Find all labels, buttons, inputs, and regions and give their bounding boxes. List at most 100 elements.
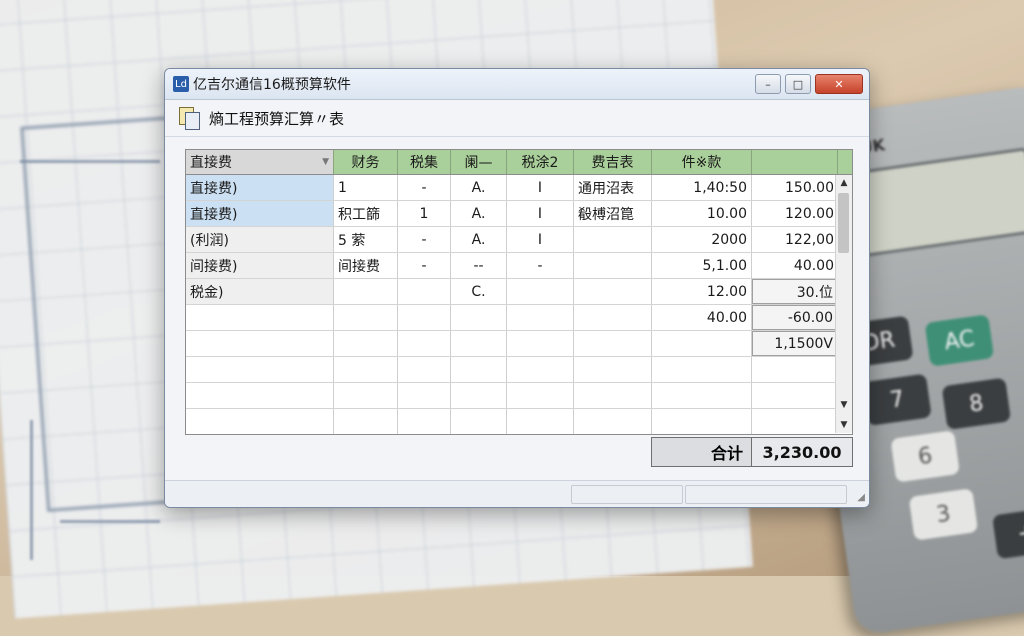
table-cell[interactable] [451,305,507,330]
vertical-scrollbar[interactable]: ▲ ▼ ▼ [835,175,852,433]
table-cell[interactable] [507,279,574,304]
scroll-up-icon[interactable]: ▲ [836,175,852,191]
table-cell[interactable]: 间接费) [186,253,334,278]
table-cell[interactable] [507,409,574,434]
table-cell[interactable]: 1 [334,175,398,200]
table-cell[interactable] [398,279,451,304]
minimize-button[interactable]: – [755,74,781,94]
column-header[interactable]: 税集 [398,150,451,174]
table-cell[interactable] [752,409,838,434]
table-cell[interactable]: 直接费) [186,175,334,200]
table-row[interactable]: 税金) C. 12.00 30.位 [186,279,852,305]
table-cell[interactable] [334,331,398,356]
table-cell[interactable]: - [507,253,574,278]
table-cell[interactable]: I [507,201,574,226]
table-cell[interactable]: I [507,175,574,200]
table-cell[interactable] [398,331,451,356]
table-cell[interactable]: 10.00 [652,201,752,226]
table-cell[interactable] [334,279,398,304]
table-cell[interactable] [398,357,451,382]
table-cell[interactable] [186,383,334,408]
table-cell[interactable] [507,305,574,330]
table-cell[interactable] [451,357,507,382]
table-cell[interactable]: 122,00 [752,227,838,252]
table-cell[interactable] [186,331,334,356]
column-header[interactable]: 直接费 ▼ [186,150,334,174]
table-cell[interactable] [652,331,752,356]
table-cell[interactable] [186,357,334,382]
table-cell[interactable]: 5,1.00 [652,253,752,278]
title-bar[interactable]: Ld 亿吉尔通信16概预算软件 – □ ✕ [165,69,869,100]
table-cell[interactable]: 积工篩 [334,201,398,226]
column-header[interactable]: 件※款 [652,150,752,174]
resize-grip-icon[interactable]: ◢ [857,492,865,503]
table-cell[interactable]: 40.00 [752,253,838,278]
table-cell[interactable]: A. [451,201,507,226]
table-cell[interactable] [574,383,652,408]
table-cell[interactable]: - [398,253,451,278]
column-header[interactable]: 财务 [334,150,398,174]
table-row[interactable]: 直接费) 积工篩 1 A. I 殽榑沼箟 10.00 120.00 [186,201,852,227]
table-cell[interactable] [752,383,838,408]
table-cell[interactable] [574,253,652,278]
table-cell[interactable]: - [398,175,451,200]
table-cell[interactable]: 1,40:50 [652,175,752,200]
table-cell[interactable]: 120.00 [752,201,838,226]
scroll-thumb[interactable] [838,193,849,253]
table-cell[interactable]: C. [451,279,507,304]
table-cell[interactable]: 150.00 [752,175,838,200]
table-cell[interactable]: 殽榑沼箟 [574,201,652,226]
table-cell[interactable]: 30.位 [752,279,838,304]
maximize-button[interactable]: □ [785,74,811,94]
table-cell[interactable] [398,409,451,434]
table-cell[interactable]: I [507,227,574,252]
table-cell[interactable] [574,279,652,304]
table-cell[interactable]: -60.00 [752,305,838,330]
table-cell[interactable] [186,305,334,330]
table-cell[interactable] [186,409,334,434]
table-cell[interactable] [652,357,752,382]
table-cell[interactable] [451,383,507,408]
scroll-down-icon[interactable]: ▼ [836,417,852,433]
table-cell[interactable] [652,383,752,408]
table-cell[interactable] [752,357,838,382]
table-cell[interactable] [334,357,398,382]
table-cell[interactable] [574,305,652,330]
table-row[interactable] [186,357,852,383]
table-cell[interactable]: 2000 [652,227,752,252]
table-cell[interactable]: 40.00 [652,305,752,330]
table-cell[interactable]: A. [451,175,507,200]
document-icon[interactable] [179,107,200,130]
table-cell[interactable] [574,227,652,252]
table-cell[interactable]: - [398,227,451,252]
table-cell[interactable] [334,305,398,330]
column-header[interactable] [752,150,838,174]
table-cell[interactable]: 1 [398,201,451,226]
table-cell[interactable] [451,409,507,434]
table-row[interactable]: 直接费) 1 - A. I 通用沼表 1,40:50 150.00 [186,175,852,201]
table-cell[interactable] [334,409,398,434]
table-cell[interactable]: 12.00 [652,279,752,304]
table-row[interactable]: 40.00 -60.00 [186,305,852,331]
column-header[interactable]: 阑— [451,150,507,174]
table-cell[interactable] [398,383,451,408]
table-cell[interactable]: 直接费) [186,201,334,226]
table-cell[interactable]: 间接费 [334,253,398,278]
close-button[interactable]: ✕ [815,74,863,94]
table-cell[interactable]: (利润) [186,227,334,252]
table-cell[interactable] [652,409,752,434]
table-cell[interactable]: 税金) [186,279,334,304]
table-cell[interactable] [507,357,574,382]
table-row[interactable]: (利润) 5 萦 - A. I 2000 122,00 [186,227,852,253]
table-cell[interactable]: 1,1500V [752,331,838,356]
table-cell[interactable] [507,383,574,408]
table-cell[interactable]: 通用沼表 [574,175,652,200]
table-cell[interactable] [574,409,652,434]
scroll-down-icon[interactable]: ▼ [836,397,852,413]
table-row[interactable] [186,383,852,409]
column-header[interactable]: 费吉表 [574,150,652,174]
table-cell[interactable] [451,331,507,356]
table-row[interactable]: 1,1500V [186,331,852,357]
table-cell[interactable]: 5 萦 [334,227,398,252]
table-cell[interactable] [574,331,652,356]
